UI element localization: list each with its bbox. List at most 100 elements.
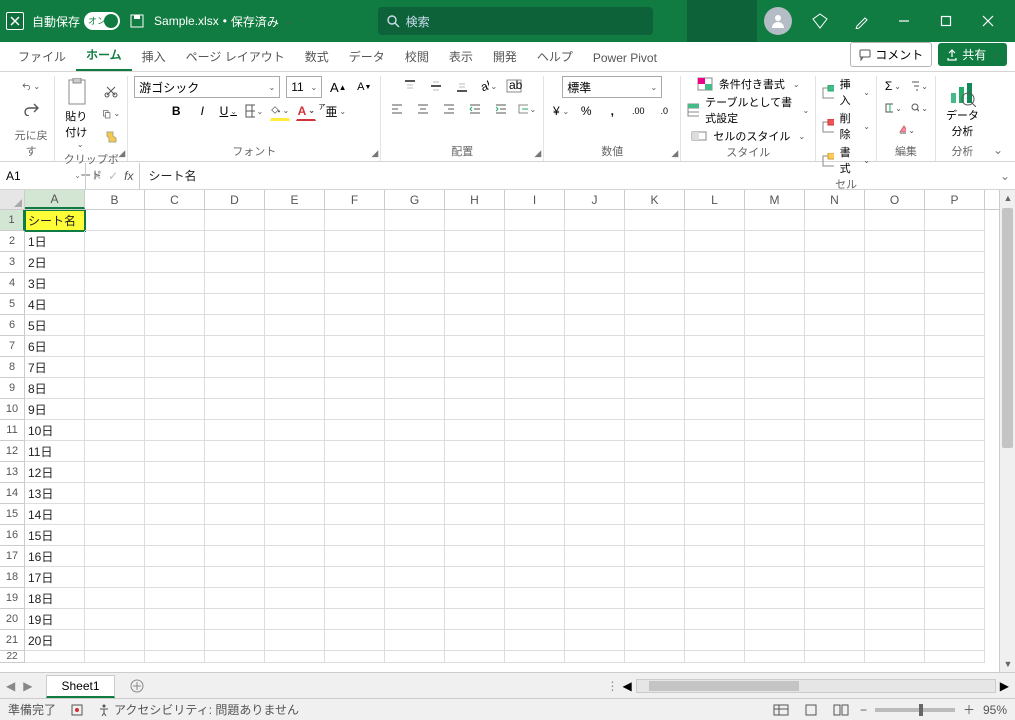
cell-B11[interactable] (85, 420, 145, 441)
cell-C12[interactable] (145, 441, 205, 462)
zoom-slider[interactable] (875, 708, 955, 712)
number-format-select[interactable]: 標準⌄ (562, 76, 662, 98)
tab-home[interactable]: ホーム (76, 40, 132, 71)
cell-J3[interactable] (565, 252, 625, 273)
row-header-16[interactable]: 16 (0, 525, 25, 546)
cell-J22[interactable] (565, 651, 625, 663)
insert-cells-button[interactable]: 挿入⌄ (822, 76, 870, 108)
cell-A9[interactable]: 8日 (25, 378, 85, 399)
cell-G18[interactable] (385, 567, 445, 588)
cell-styles-button[interactable]: セルのスタイル⌄ (691, 128, 805, 144)
format-cells-button[interactable]: 書式⌄ (822, 144, 870, 176)
cell-L21[interactable] (685, 630, 745, 651)
cell-C17[interactable] (145, 546, 205, 567)
cell-H15[interactable] (445, 504, 505, 525)
cell-H10[interactable] (445, 399, 505, 420)
cell-A15[interactable]: 14日 (25, 504, 85, 525)
cell-E9[interactable] (265, 378, 325, 399)
cell-E8[interactable] (265, 357, 325, 378)
cell-E20[interactable] (265, 609, 325, 630)
clipboard-dialog-launcher[interactable]: ◢ (118, 148, 125, 159)
cell-H6[interactable] (445, 315, 505, 336)
cell-J1[interactable] (565, 210, 625, 231)
cell-P9[interactable] (925, 378, 985, 399)
orientation-button[interactable]: ab⌄ (478, 76, 498, 96)
cell-L6[interactable] (685, 315, 745, 336)
row-header-20[interactable]: 20 (0, 609, 25, 630)
cell-L12[interactable] (685, 441, 745, 462)
cell-K13[interactable] (625, 462, 685, 483)
cell-M5[interactable] (745, 294, 805, 315)
cell-F21[interactable] (325, 630, 385, 651)
cell-N19[interactable] (805, 588, 865, 609)
collapse-ribbon-button[interactable]: ⌄ (989, 139, 1007, 161)
cell-B9[interactable] (85, 378, 145, 399)
column-header-B[interactable]: B (85, 190, 145, 209)
cell-D5[interactable] (205, 294, 265, 315)
horizontal-scrollbar[interactable] (636, 679, 996, 693)
cell-B6[interactable] (85, 315, 145, 336)
cell-K9[interactable] (625, 378, 685, 399)
cell-E21[interactable] (265, 630, 325, 651)
cell-F11[interactable] (325, 420, 385, 441)
cell-M2[interactable] (745, 231, 805, 252)
cell-F17[interactable] (325, 546, 385, 567)
cell-C19[interactable] (145, 588, 205, 609)
increase-font-button[interactable]: A▲ (328, 77, 348, 97)
cell-P4[interactable] (925, 273, 985, 294)
cell-M14[interactable] (745, 483, 805, 504)
cell-K15[interactable] (625, 504, 685, 525)
cell-B20[interactable] (85, 609, 145, 630)
column-header-P[interactable]: P (925, 190, 985, 209)
macro-record-icon[interactable] (70, 703, 84, 717)
cell-P6[interactable] (925, 315, 985, 336)
bold-button[interactable]: B (166, 101, 186, 121)
cell-A14[interactable]: 13日 (25, 483, 85, 504)
cell-H14[interactable] (445, 483, 505, 504)
zoom-out-button[interactable]: − (860, 703, 867, 717)
cell-G6[interactable] (385, 315, 445, 336)
cell-H16[interactable] (445, 525, 505, 546)
cell-H11[interactable] (445, 420, 505, 441)
cell-K11[interactable] (625, 420, 685, 441)
cell-L11[interactable] (685, 420, 745, 441)
cell-L22[interactable] (685, 651, 745, 663)
cell-G19[interactable] (385, 588, 445, 609)
fx-icon[interactable]: fx (124, 169, 133, 183)
diamond-icon[interactable] (799, 0, 841, 42)
cell-O19[interactable] (865, 588, 925, 609)
cell-G3[interactable] (385, 252, 445, 273)
cell-H4[interactable] (445, 273, 505, 294)
phonetic-button[interactable]: ア亜⌄ (322, 101, 342, 121)
cut-button[interactable] (101, 81, 121, 101)
cell-F16[interactable] (325, 525, 385, 546)
cell-N8[interactable] (805, 357, 865, 378)
cell-N1[interactable] (805, 210, 865, 231)
font-size-select[interactable]: 11⌄ (286, 76, 322, 98)
tab-formulas[interactable]: 数式 (295, 42, 339, 71)
zoom-in-button[interactable]: ＋ (963, 701, 975, 718)
cell-M8[interactable] (745, 357, 805, 378)
cell-J21[interactable] (565, 630, 625, 651)
cell-J15[interactable] (565, 504, 625, 525)
cell-D20[interactable] (205, 609, 265, 630)
cell-A3[interactable]: 2日 (25, 252, 85, 273)
cell-J17[interactable] (565, 546, 625, 567)
user-avatar[interactable] (757, 0, 799, 42)
cell-G16[interactable] (385, 525, 445, 546)
cell-O3[interactable] (865, 252, 925, 273)
cell-I22[interactable] (505, 651, 565, 663)
cell-D2[interactable] (205, 231, 265, 252)
clear-button[interactable]: ⌄ (896, 120, 916, 140)
cell-A22[interactable] (25, 651, 85, 663)
cell-L10[interactable] (685, 399, 745, 420)
cell-D11[interactable] (205, 420, 265, 441)
cell-G11[interactable] (385, 420, 445, 441)
cell-J20[interactable] (565, 609, 625, 630)
cell-H5[interactable] (445, 294, 505, 315)
row-header-12[interactable]: 12 (0, 441, 25, 462)
row-header-5[interactable]: 5 (0, 294, 25, 315)
cell-I9[interactable] (505, 378, 565, 399)
column-header-A[interactable]: A (25, 190, 85, 209)
cell-C7[interactable] (145, 336, 205, 357)
